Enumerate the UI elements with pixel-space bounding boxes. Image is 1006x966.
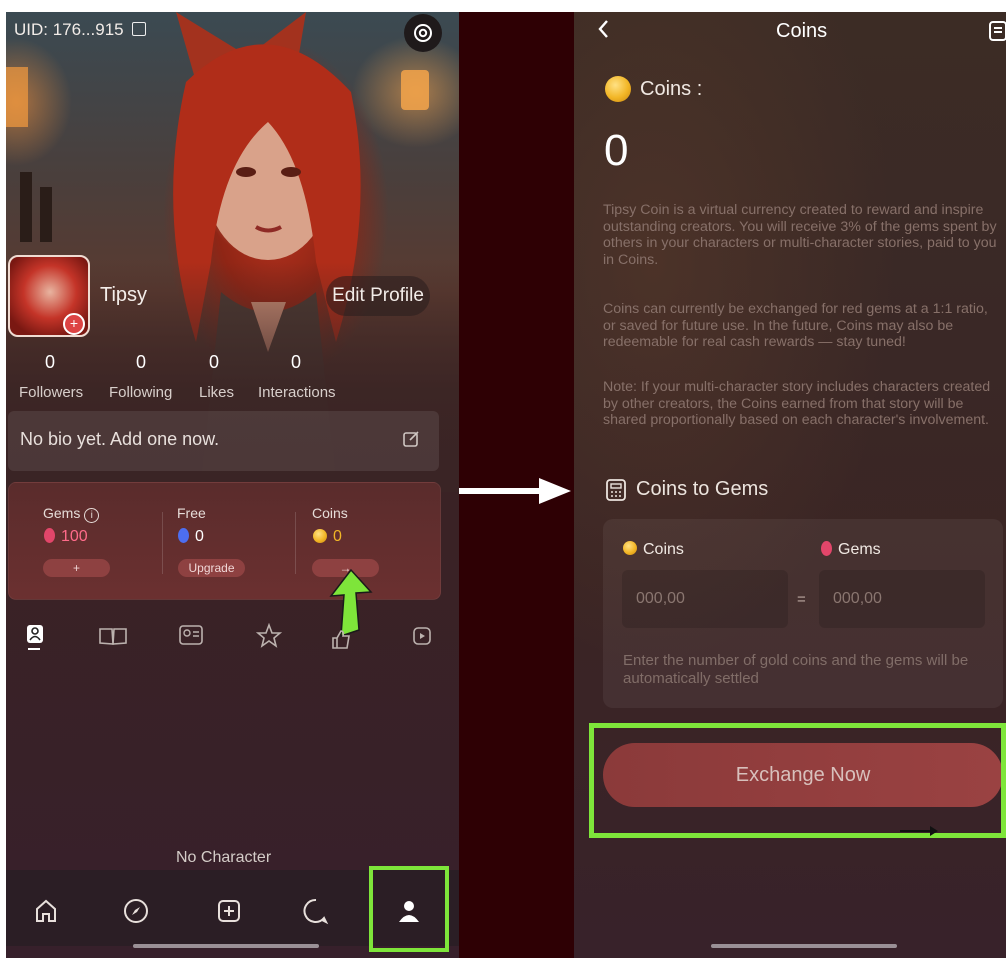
tab-favorites-icon[interactable]: [255, 622, 283, 654]
nav-home-icon[interactable]: [30, 895, 62, 927]
empty-state-text: No Character: [176, 849, 272, 866]
tab-stories-icon[interactable]: [98, 626, 128, 651]
coins-value: 0: [313, 528, 342, 546]
tab-videos-icon[interactable]: [412, 624, 434, 651]
edit-bio-icon[interactable]: [402, 430, 420, 453]
interactions-label: Interactions: [258, 384, 336, 401]
coins-column-label: Coins: [623, 541, 684, 559]
coin-icon: [623, 541, 637, 555]
nav-chat-icon[interactable]: [300, 895, 332, 927]
following-count[interactable]: 0: [111, 352, 171, 373]
settings-button[interactable]: [404, 14, 442, 52]
nav-explore-icon[interactable]: [120, 895, 152, 927]
annotation-arrow-icon: [900, 826, 938, 836]
upgrade-button[interactable]: Upgrade: [178, 559, 245, 577]
active-tab-indicator: [28, 648, 40, 650]
back-button[interactable]: [596, 18, 610, 46]
free-value: 0: [178, 528, 204, 546]
coins-label: Coins :: [640, 78, 703, 100]
note-text: Note: If your multi-character story incl…: [603, 379, 991, 428]
home-indicator: [711, 944, 897, 948]
likes-label: Likes: [199, 384, 235, 401]
flow-arrow-icon: [459, 478, 571, 504]
coins-description: Tipsy Coin is a virtual currency created…: [603, 202, 997, 268]
interactions-count[interactable]: 0: [266, 352, 326, 373]
exchange-help-text: Enter the number of gold coins and the g…: [623, 652, 969, 687]
exchange-description: Coins can currently be exchanged for red…: [603, 301, 988, 350]
page-title: Coins: [776, 20, 828, 42]
home-indicator: [133, 944, 319, 948]
followers-count[interactable]: 0: [20, 352, 80, 373]
bio-text: No bio yet. Add one now.: [20, 429, 220, 449]
coins-balance: 0: [604, 126, 629, 175]
gems-label: Gems i: [43, 505, 100, 523]
gems-value: 100: [44, 528, 88, 546]
coins-to-gems-title: Coins to Gems: [636, 478, 769, 500]
coin-icon: [313, 529, 327, 543]
profile-highlight: [369, 866, 449, 952]
edit-profile-button[interactable]: Edit Profile: [326, 276, 430, 316]
free-label: Free: [177, 505, 206, 521]
gems-output: 000,00: [819, 570, 985, 628]
exchange-highlight: [589, 723, 1006, 838]
copy-icon[interactable]: [132, 22, 147, 36]
red-gem-icon: [821, 541, 832, 556]
followers-label: Followers: [19, 384, 84, 401]
calculator-icon: [605, 478, 627, 507]
following-label: Following: [109, 384, 173, 401]
tab-likes-icon[interactable]: [330, 628, 352, 655]
records-icon[interactable]: [988, 20, 1006, 42]
gems-column-label: Gems: [821, 541, 881, 559]
nav-create-icon[interactable]: [213, 895, 245, 927]
blue-gem-icon: [178, 528, 189, 543]
coin-icon: [605, 76, 631, 102]
info-icon[interactable]: i: [84, 508, 100, 523]
tab-personas-icon[interactable]: [178, 624, 204, 653]
likes-count[interactable]: 0: [184, 352, 244, 373]
add-gems-button[interactable]: +: [43, 559, 110, 577]
username: Tipsy: [100, 284, 148, 306]
add-avatar-icon[interactable]: +: [63, 313, 85, 335]
coins-label: Coins: [312, 505, 348, 521]
settings-icon: [414, 24, 432, 42]
red-gem-icon: [44, 528, 55, 543]
coins-input[interactable]: 000,00: [622, 570, 788, 628]
equals-sign: =: [797, 591, 806, 608]
tab-characters-icon[interactable]: [27, 625, 43, 643]
user-id: UID: 176...915: [14, 20, 147, 40]
